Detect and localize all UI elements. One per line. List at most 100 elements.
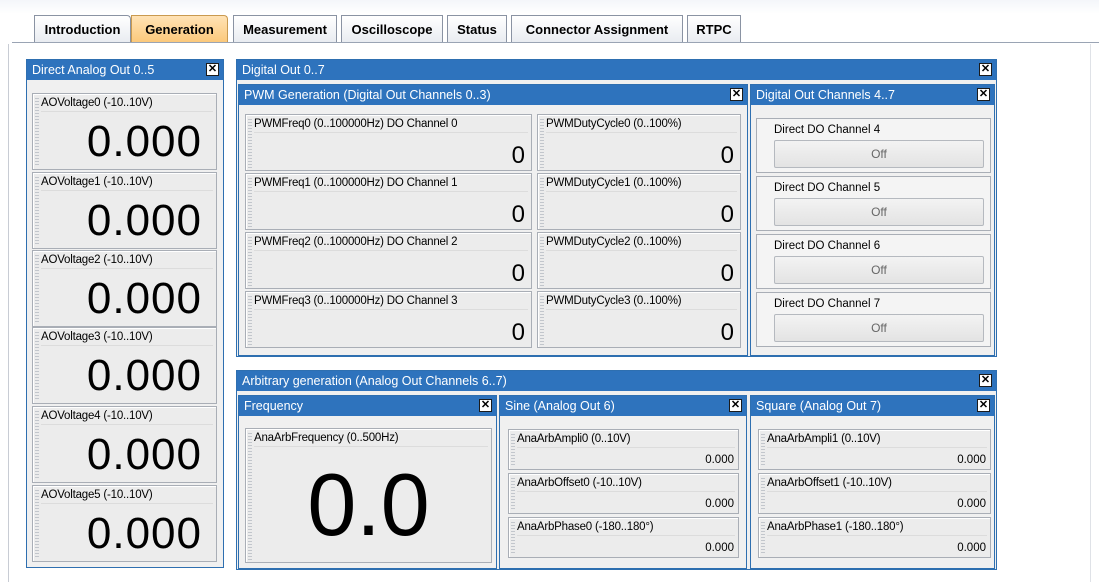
field-value: 0 [720,201,734,228]
field-value: 0 [511,319,525,346]
arbitrary-generation-panel: Arbitrary generation (Analog Out Channel… [236,370,997,570]
panel-title: Frequency [239,396,496,416]
field-value: 0.000 [86,509,202,558]
field-value: 0.000 [86,351,202,400]
close-icon[interactable]: ✕ [729,399,742,412]
do-channel-7-toggle-button[interactable]: Off [774,314,984,342]
channel-label: Direct DO Channel 5 [774,182,881,194]
channel-label: Direct DO Channel 6 [774,240,881,252]
pwm-freq-2-field[interactable]: PWMFreq2 (0..100000Hz) DO Channel 2 0 [245,232,532,289]
pwm-freq-1-field[interactable]: PWMFreq1 (0..100000Hz) DO Channel 1 0 [245,173,532,230]
field-label: AOVoltage1 (-10..10V) [41,176,153,188]
field-label: AOVoltage5 (-10..10V) [41,489,153,501]
ao-voltage-0-field[interactable]: AOVoltage0 (-10..10V) 0.000 [32,93,217,170]
field-value: 0.000 [957,454,986,466]
panel-title: Direct Analog Out 0..5 [27,60,223,80]
ao-voltage-2-field[interactable]: AOVoltage2 (-10..10V) 0.000 [32,250,217,327]
tab-generation[interactable]: Generation [131,15,228,43]
field-value: 0.000 [705,498,734,510]
close-icon[interactable]: ✕ [977,399,990,412]
right-border [1090,44,1091,582]
ana-arb-phase-1-field[interactable]: AnaArbPhase1 (-180..180°) 0.000 [758,517,991,558]
panel-title: Arbitrary generation (Analog Out Channel… [237,371,996,391]
field-label: PWMDutyCycle1 (0..100%) [546,177,682,189]
field-value: 0.000 [86,117,202,166]
field-label: PWMDutyCycle0 (0..100%) [546,118,682,130]
tab-rtpc[interactable]: RTPC [687,15,741,42]
frequency-panel: Frequency ✕ AnaArbFrequency (0..500Hz) 0… [238,395,497,569]
field-label: AOVoltage4 (-10..10V) [41,410,153,422]
field-value: 0.000 [86,430,202,479]
tab-divider [12,42,1099,43]
field-value: 0.000 [957,542,986,554]
digital-out-channels-4-7-panel: Digital Out Channels 4..7 ✕ Direct DO Ch… [750,84,995,356]
ana-arb-ampli-0-field[interactable]: AnaArbAmpli0 (0..10V) 0.000 [508,429,739,470]
pwm-duty-cycle-1-field[interactable]: PWMDutyCycle1 (0..100%) 0 [537,173,741,230]
field-label: PWMFreq3 (0..100000Hz) DO Channel 3 [254,295,458,307]
ao-voltage-1-field[interactable]: AOVoltage1 (-10..10V) 0.000 [32,172,217,249]
tab-connector-assignment[interactable]: Connector Assignment [511,15,683,42]
pwm-duty-cycle-0-field[interactable]: PWMDutyCycle0 (0..100%) 0 [537,114,741,171]
ana-arb-frequency-field[interactable]: AnaArbFrequency (0..500Hz) 0.0 [245,428,492,563]
field-label: PWMDutyCycle3 (0..100%) [546,295,682,307]
field-value: 0.000 [86,274,202,323]
field-label: AnaArbOffset1 (-10..10V) [767,477,892,489]
close-icon[interactable]: ✕ [979,374,992,387]
panel-title: Sine (Analog Out 6) [500,396,746,416]
ao-voltage-4-field[interactable]: AOVoltage4 (-10..10V) 0.000 [32,406,217,483]
panel-title: Digital Out 0..7 [237,60,996,80]
direct-do-channel-4: Direct DO Channel 4 Off [756,118,991,173]
field-value: 0 [511,142,525,169]
ruler [35,96,39,167]
digital-out-panel: Digital Out 0..7 ✕ PWM Generation (Digit… [236,59,997,357]
do-channel-5-toggle-button[interactable]: Off [774,198,984,226]
ao-voltage-3-field[interactable]: AOVoltage3 (-10..10V) 0.000 [32,327,217,404]
field-value: 0.000 [86,196,202,245]
tab-status[interactable]: Status [447,15,507,42]
close-icon[interactable]: ✕ [977,88,990,101]
field-label: AnaArbAmpli0 (0..10V) [517,433,631,445]
pwm-generation-panel: PWM Generation (Digital Out Channels 0..… [238,84,748,356]
ana-arb-phase-0-field[interactable]: AnaArbPhase0 (-180..180°) 0.000 [508,517,739,558]
do-channel-6-toggle-button[interactable]: Off [774,256,984,284]
field-value: 0 [720,260,734,287]
do-channel-4-toggle-button[interactable]: Off [774,140,984,168]
field-label: AnaArbAmpli1 (0..10V) [767,433,881,445]
field-label: AnaArbFrequency (0..500Hz) [254,432,399,444]
panel-title: Square (Analog Out 7) [751,396,994,416]
close-icon[interactable]: ✕ [730,88,743,101]
panel-title: Digital Out Channels 4..7 [751,85,994,105]
pwm-duty-cycle-3-field[interactable]: PWMDutyCycle3 (0..100%) 0 [537,291,741,348]
direct-do-channel-7: Direct DO Channel 7 Off [756,292,991,347]
tab-oscilloscope[interactable]: Oscilloscope [341,15,443,42]
square-panel: Square (Analog Out 7) ✕ AnaArbAmpli1 (0.… [750,395,995,569]
field-label: AOVoltage2 (-10..10V) [41,254,153,266]
close-icon[interactable]: ✕ [979,63,992,76]
close-icon[interactable]: ✕ [206,63,219,76]
ana-arb-offset-1-field[interactable]: AnaArbOffset1 (-10..10V) 0.000 [758,473,991,514]
field-value: 0 [720,319,734,346]
tab-measurement[interactable]: Measurement [233,15,337,42]
ao-voltage-5-field[interactable]: AOVoltage5 (-10..10V) 0.000 [32,485,217,562]
field-value: 0 [511,260,525,287]
field-label: AnaArbOffset0 (-10..10V) [517,477,642,489]
panel-title: PWM Generation (Digital Out Channels 0..… [239,85,747,105]
ana-arb-offset-0-field[interactable]: AnaArbOffset0 (-10..10V) 0.000 [508,473,739,514]
close-icon[interactable]: ✕ [479,399,492,412]
direct-analog-out-panel: Direct Analog Out 0..5 ✕ AOVoltage0 (-10… [26,59,224,568]
field-label: AOVoltage3 (-10..10V) [41,331,153,343]
field-label: AOVoltage0 (-10..10V) [41,97,153,109]
channel-label: Direct DO Channel 4 [774,124,881,136]
pwm-duty-cycle-2-field[interactable]: PWMDutyCycle2 (0..100%) 0 [537,232,741,289]
pwm-freq-0-field[interactable]: PWMFreq0 (0..100000Hz) DO Channel 0 0 [245,114,532,171]
tab-introduction[interactable]: Introduction [34,15,131,42]
field-value: 0 [720,142,734,169]
direct-do-channel-6: Direct DO Channel 6 Off [756,234,991,289]
field-label: PWMFreq2 (0..100000Hz) DO Channel 2 [254,236,458,248]
tab-strip: Introduction Generation Measurement Osci… [0,0,1099,44]
ana-arb-ampli-1-field[interactable]: AnaArbAmpli1 (0..10V) 0.000 [758,429,991,470]
field-label: AnaArbPhase0 (-180..180°) [517,521,654,533]
field-label: PWMFreq1 (0..100000Hz) DO Channel 1 [254,177,458,189]
field-value: 0.000 [957,498,986,510]
pwm-freq-3-field[interactable]: PWMFreq3 (0..100000Hz) DO Channel 3 0 [245,291,532,348]
